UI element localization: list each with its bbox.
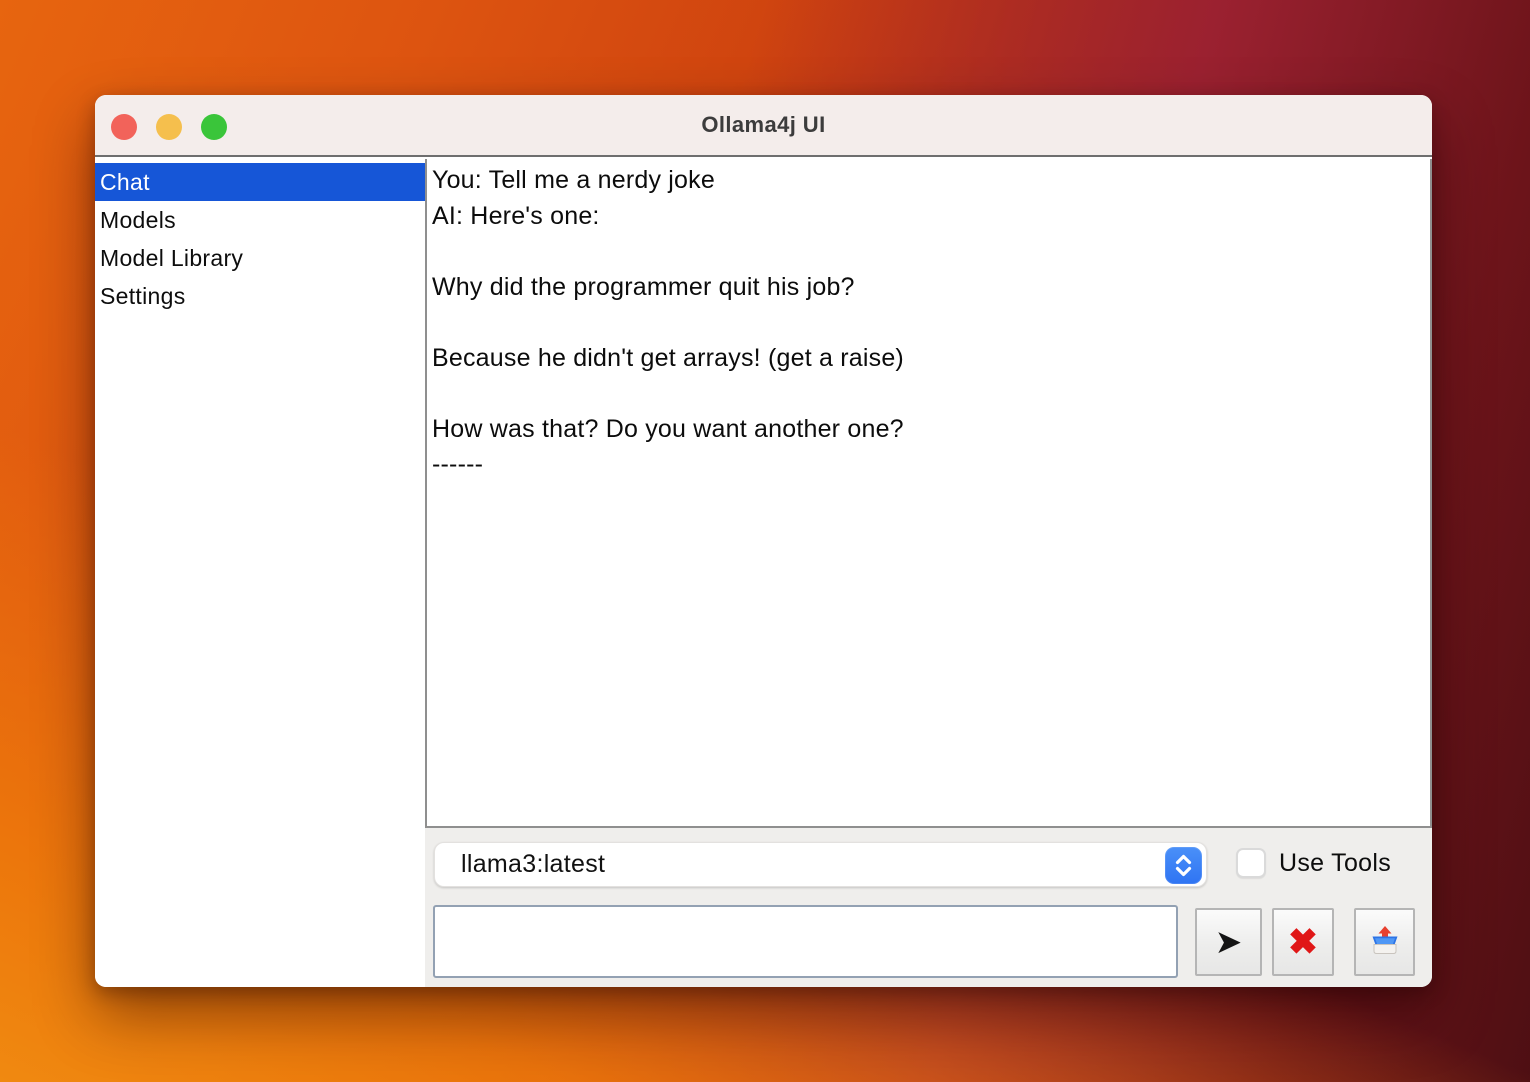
- zoom-button[interactable]: [201, 114, 227, 140]
- outbox-tray-icon: [1366, 923, 1404, 961]
- sidebar: Chat Models Model Library Settings: [95, 159, 425, 987]
- sidebar-item-models[interactable]: Models: [95, 201, 425, 239]
- traffic-lights: [111, 114, 227, 140]
- use-tools-checkbox[interactable]: [1236, 848, 1266, 878]
- titlebar[interactable]: Ollama4j UI: [95, 95, 1432, 157]
- use-tools-label: Use Tools: [1279, 848, 1391, 879]
- controls-panel: llama3:latest Use Tools ➤ ✖: [425, 828, 1432, 987]
- chat-transcript-text: You: Tell me a nerdy joke AI: Here's one…: [427, 159, 1430, 483]
- app-window: Ollama4j UI Chat Models Model Library Se…: [95, 95, 1432, 987]
- sidebar-item-model-library[interactable]: Model Library: [95, 239, 425, 277]
- desktop-background: Ollama4j UI Chat Models Model Library Se…: [0, 0, 1530, 1082]
- cancel-x-icon: ✖: [1288, 924, 1318, 960]
- upload-button[interactable]: [1354, 908, 1415, 976]
- minimize-button[interactable]: [156, 114, 182, 140]
- window-body: Chat Models Model Library Settings You: …: [95, 159, 1432, 987]
- cancel-button[interactable]: ✖: [1272, 908, 1334, 976]
- sidebar-item-settings[interactable]: Settings: [95, 277, 425, 315]
- close-button[interactable]: [111, 114, 137, 140]
- send-arrow-icon: ➤: [1215, 925, 1243, 958]
- message-input[interactable]: [433, 905, 1178, 978]
- model-select-value: llama3:latest: [461, 843, 605, 886]
- send-button[interactable]: ➤: [1195, 908, 1262, 976]
- chat-transcript-panel[interactable]: You: Tell me a nerdy joke AI: Here's one…: [425, 159, 1432, 828]
- dropdown-stepper-icon[interactable]: [1165, 847, 1202, 884]
- sidebar-item-chat[interactable]: Chat: [95, 163, 425, 201]
- model-select[interactable]: llama3:latest: [434, 842, 1207, 887]
- window-title: Ollama4j UI: [701, 112, 825, 138]
